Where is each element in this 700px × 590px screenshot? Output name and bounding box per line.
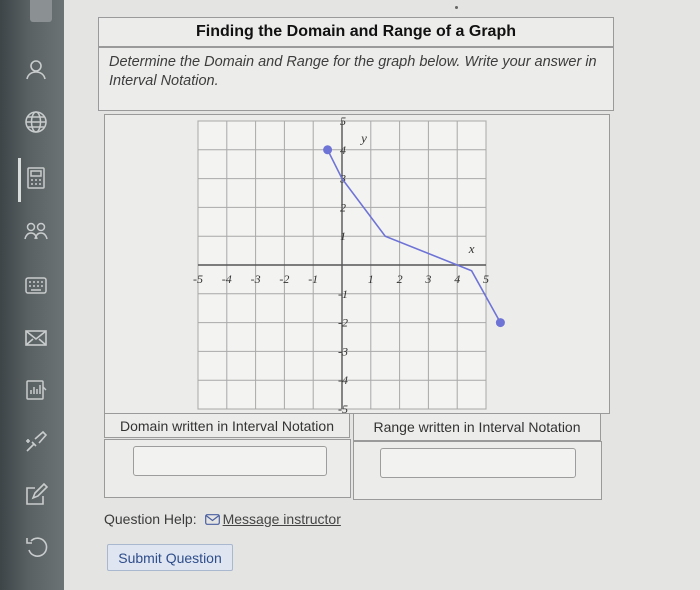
undo-icon[interactable] [22,531,50,559]
x-tick-label: -5 [193,272,203,286]
graph-chart: -5 -4 -3 -2 -1 1 2 3 4 554321-1-2-3-4-5xy [193,115,505,415]
domain-label-cell: Domain written in Interval Notation [104,413,350,438]
brush-icon[interactable] [22,428,50,456]
decorative-dot [455,6,458,9]
sidebar [0,0,64,590]
calculator-icon[interactable] [22,164,50,192]
question-title: Finding the Domain and Range of a Graph [195,23,516,40]
question-title-box: Finding the Domain and Range of a Graph [98,17,614,47]
x-tick-label: -4 [222,272,232,286]
range-label-cell: Range written in Interval Notation [353,413,601,441]
domain-answer-cell [104,439,351,498]
y-tick-label: 2 [340,200,346,214]
y-tick-label: -1 [338,287,348,301]
user-icon[interactable] [22,56,50,84]
x-tick-label: 2 [397,272,403,286]
x-tick-label: 1 [368,272,374,286]
sidebar-active-indicator [18,158,21,202]
y-tick-label: 4 [340,143,346,157]
globe-icon[interactable] [22,108,50,136]
x-tick-label: -3 [251,272,261,286]
sidebar-top-tab[interactable] [30,0,52,22]
y-tick-label: -2 [338,316,348,330]
x-tick-label: 5 [483,272,489,286]
domain-input[interactable] [133,446,327,476]
x-tick-label: -2 [279,272,289,286]
keyboard-icon[interactable] [22,271,50,299]
question-help-label: Question Help: [104,511,197,527]
endpoint-dot [323,145,333,155]
question-help-row: Question Help: Message instructor [104,511,341,527]
x-tick-label: 3 [424,272,431,286]
range-input[interactable] [380,448,576,478]
range-label: Range written in Interval Notation [373,419,581,435]
y-tick-label: -3 [338,344,348,358]
endpoint-dot [495,318,505,328]
mail-icon [204,513,220,525]
graph-panel: -5 -4 -3 -2 -1 1 2 3 4 5 5 4 3 2 1 -1 -2 -3 -4 -5 x y [104,114,610,415]
envelope-icon[interactable] [22,324,50,352]
people-icon[interactable] [22,218,50,246]
instructions-text: Determine the Domain and Range for the g… [109,54,597,89]
x-tick-label: -1 [308,272,318,286]
submit-question-button[interactable]: Submit Question [107,544,233,571]
x-tick-label: 4 [454,272,460,286]
y-axis-label: y [359,131,367,146]
message-instructor-link[interactable]: Message instructor [223,511,341,527]
x-axis-label: x [468,241,475,256]
domain-label: Domain written in Interval Notation [120,417,334,434]
y-tick-label: -4 [338,373,348,387]
edit-icon[interactable] [22,481,50,509]
y-tick-label: 1 [340,229,346,243]
instructions-box: Determine the Domain and Range for the g… [98,47,614,111]
y-tick-label: 5 [340,115,346,128]
document-icon[interactable] [22,376,50,404]
range-answer-cell [353,441,602,500]
